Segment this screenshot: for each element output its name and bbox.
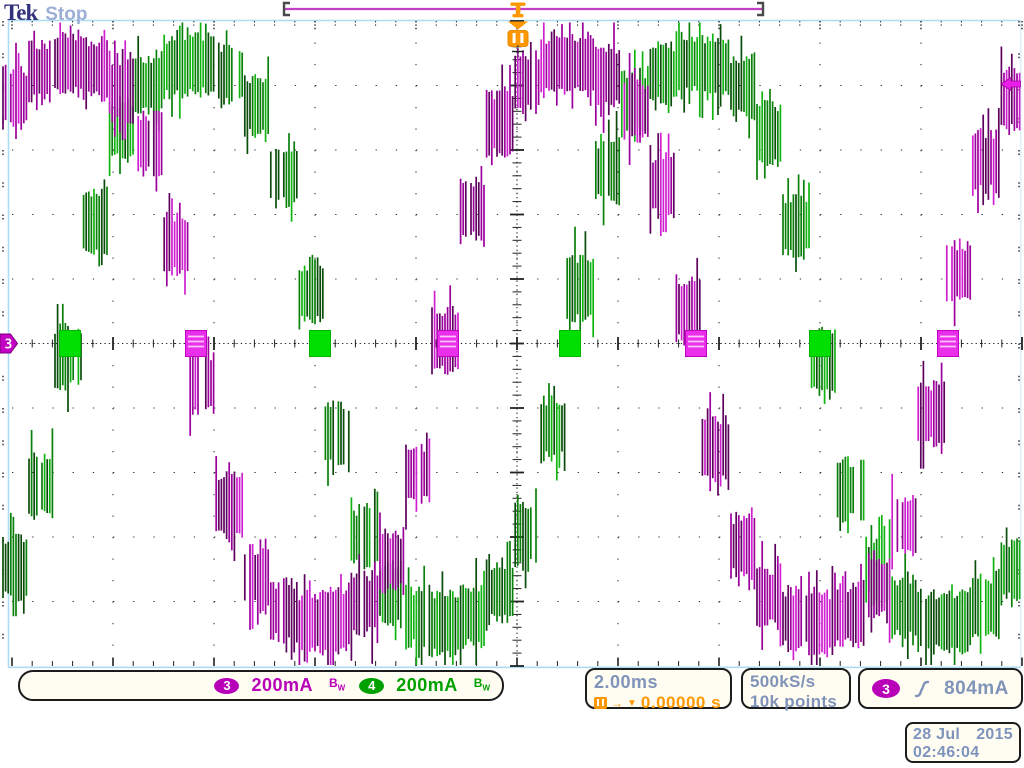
trigger-position-readout: → ▼ 0.00000 s	[594, 693, 723, 713]
channel-4-bandwidth-icon: BW	[474, 678, 490, 693]
tek-logo: Tek	[4, 0, 37, 25]
channel-3-scale: 200mA	[251, 675, 313, 696]
channel-4-badge: 4	[359, 678, 384, 694]
datetime-readout: 28 Jul 2015 02:46:04	[905, 722, 1021, 763]
trigger-level: 804mA	[944, 678, 1009, 700]
time-value: 02:46:04	[913, 744, 1013, 762]
trigger-position-icon	[594, 697, 607, 709]
channel-3-marker-label: 3	[5, 338, 13, 353]
trigger-source-badge: 3	[872, 679, 900, 698]
rising-slope-icon	[914, 679, 930, 699]
channel-readout-bar: 3 200mA BW 4 200mA BW	[18, 670, 504, 701]
oscilloscope-screen: Tek Stop 3 3 200mA BW 4 200mA BW 2.00ms →…	[0, 0, 1024, 768]
timebase-readout: 2.00ms → ▼ 0.00000 s	[585, 668, 732, 709]
channel-4-scale: 200mA	[396, 675, 458, 696]
arrow-down-icon: ▼	[627, 698, 637, 709]
trigger-readout: 3 804mA	[858, 668, 1023, 709]
date-year: 2015	[976, 726, 1013, 744]
header: Tek Stop	[4, 0, 87, 26]
channel-3-marker: 3	[0, 334, 18, 353]
timebase-scale: 2.00ms	[594, 672, 723, 693]
sample-rate: 500kS/s	[750, 672, 842, 692]
date-row: 28 Jul 2015	[913, 726, 1013, 744]
arrow-right-icon: →	[611, 696, 623, 710]
date-day-month: 28 Jul	[913, 726, 960, 744]
channel-3-badge: 3	[214, 678, 239, 694]
acquisition-readout: 500kS/s 10k points	[741, 668, 851, 709]
scope-display: 3	[0, 0, 1024, 768]
trigger-position-value: 0.00000 s	[641, 693, 721, 713]
channel-3-bandwidth-icon: BW	[329, 678, 345, 693]
trigger-position-marker-icon	[508, 22, 528, 58]
acquisition-status: Stop	[45, 4, 87, 25]
record-length: 10k points	[750, 692, 842, 712]
